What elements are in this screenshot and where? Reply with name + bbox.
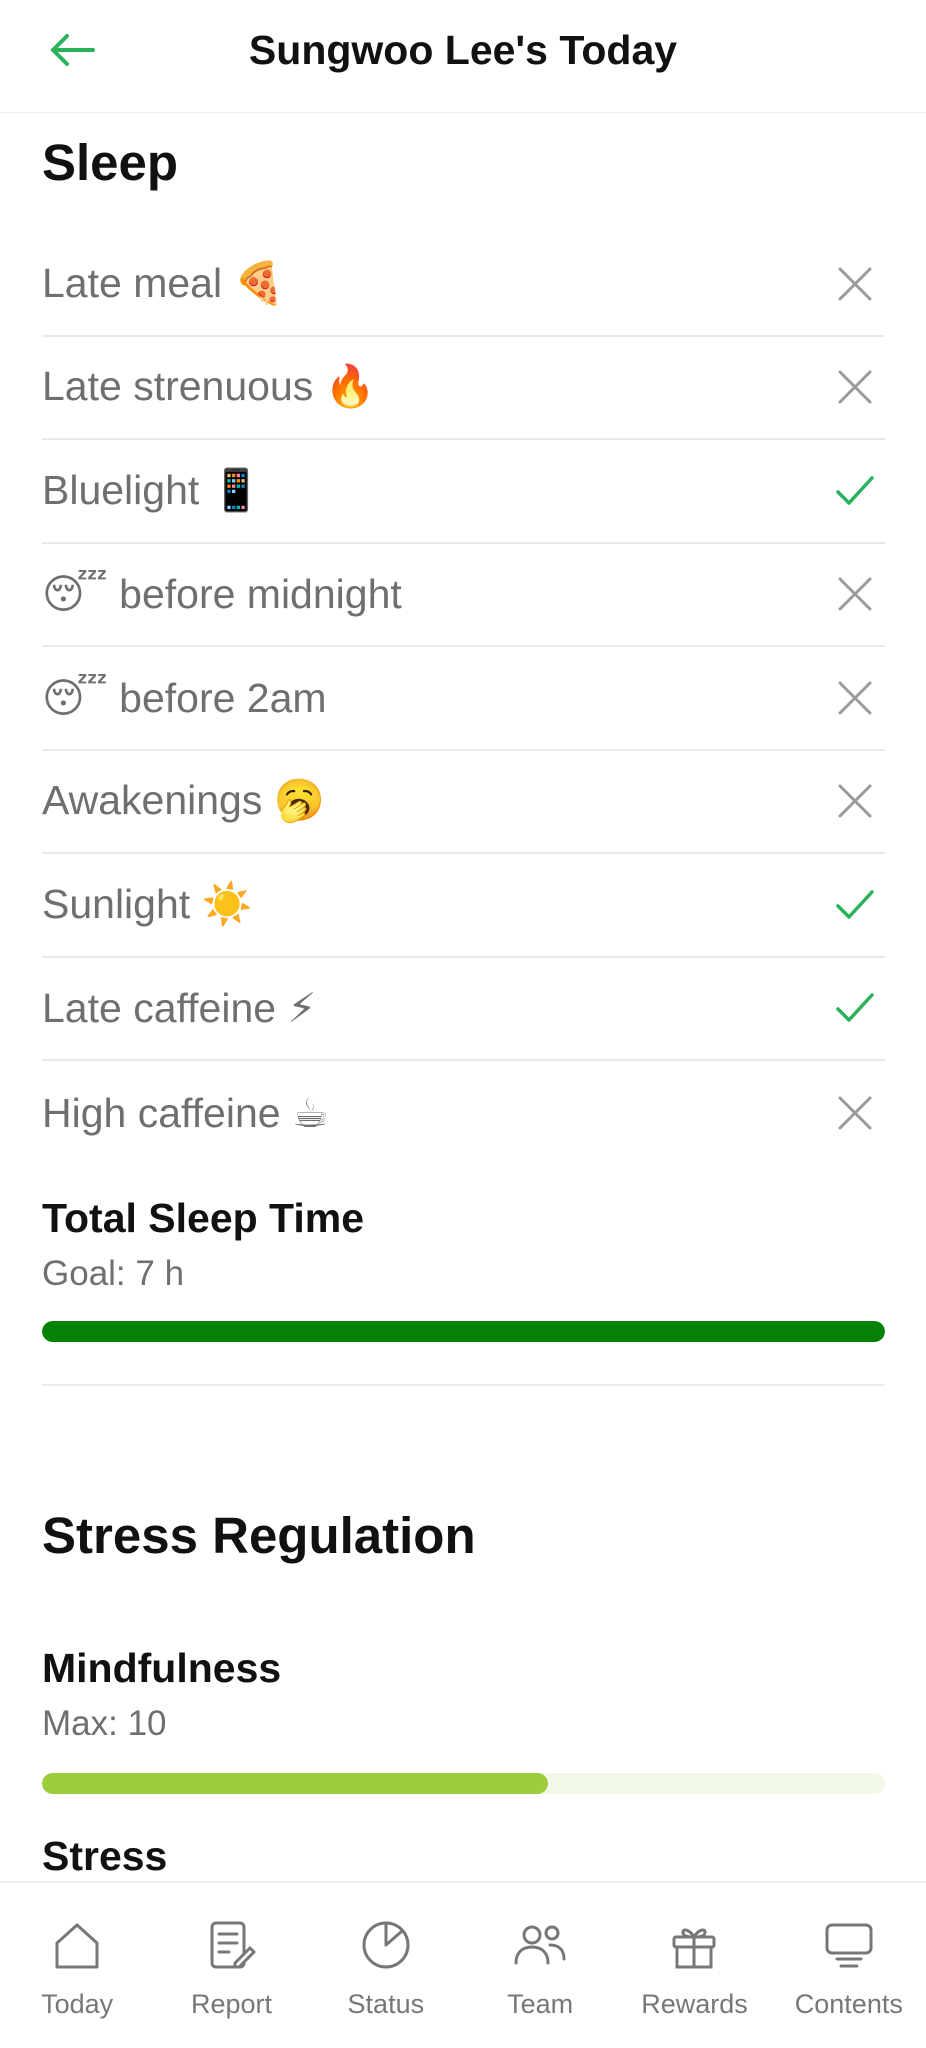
tab-contents[interactable]: Contents (772, 1883, 926, 2048)
tab-label: Team (507, 1989, 574, 2019)
close-icon (825, 254, 885, 314)
tab-status[interactable]: Status (309, 1883, 463, 2048)
contents-icon (817, 1913, 881, 1977)
total-sleep-progress-fill (42, 1321, 885, 1342)
total-sleep-time-block: Total Sleep Time Goal: 7 h (42, 1195, 885, 1294)
gift-icon (662, 1913, 726, 1977)
habit-label: Bluelight 📱 (42, 466, 262, 513)
habit-label: Late caffeine ⚡ (42, 985, 317, 1032)
page-title: Sungwoo Lee's Today (248, 27, 678, 73)
habit-label: Late meal 🍕 (42, 259, 285, 306)
tab-label: Today (41, 1989, 114, 2019)
close-icon (825, 668, 885, 728)
habit-row[interactable]: 😴 before 2am (42, 647, 885, 751)
section-divider (42, 1384, 885, 1386)
sleep-section-title: Sleep (42, 134, 179, 191)
tab-label: Contents (794, 1989, 903, 2019)
home-icon (45, 1913, 109, 1977)
habit-row[interactable]: 😴 before midnight (42, 544, 885, 647)
mindfulness-progress-bar (42, 1773, 885, 1794)
mindfulness-block: Mindfulness Max: 10 (42, 1645, 281, 1744)
tab-label: Status (347, 1989, 425, 2019)
top-app-bar: Sungwoo Lee's Today (0, 0, 926, 113)
mindfulness-title: Mindfulness (42, 1645, 282, 1691)
close-icon (825, 564, 885, 624)
habit-row[interactable]: Late strenuous 🔥 (42, 337, 885, 440)
tab-rewards[interactable]: Rewards (617, 1883, 771, 2048)
stress-section-title: Stress Regulation (42, 1507, 476, 1564)
close-icon (825, 357, 885, 417)
bottom-tab-bar: Today Report Status Team Rewards Contents (0, 1881, 926, 2048)
tab-label: Report (190, 1989, 273, 2019)
habit-label: Sunlight ☀️ (42, 880, 253, 927)
tab-today[interactable]: Today (0, 1883, 154, 2048)
tab-report[interactable]: Report (154, 1883, 308, 2048)
habit-label: Awakenings 🥱 (42, 777, 325, 824)
tab-label: Rewards (641, 1989, 748, 2019)
habit-label: High caffeine ☕ (42, 1089, 329, 1136)
total-sleep-time-title: Total Sleep Time (42, 1195, 365, 1241)
habit-row[interactable]: Sunlight ☀️ (42, 854, 885, 958)
sleep-habit-list: Late meal 🍕 Late strenuous 🔥 Bluelight 📱 😴 … (42, 233, 885, 1165)
pie-chart-icon (354, 1913, 418, 1977)
habit-row[interactable]: Late caffeine ⚡ (42, 958, 885, 1061)
report-icon (199, 1913, 263, 1977)
mindfulness-max: Max: 10 (42, 1704, 167, 1743)
habit-row[interactable]: Awakenings 🥱 (42, 751, 885, 854)
check-icon (825, 461, 885, 521)
habit-label: 😴 before 2am (42, 674, 327, 721)
habit-row[interactable]: High caffeine ☕ (42, 1061, 885, 1165)
habit-label: Late strenuous 🔥 (42, 363, 376, 410)
stress-metric-title: Stress (42, 1833, 168, 1879)
total-sleep-progress-bar (42, 1321, 885, 1342)
habit-row[interactable]: Bluelight 📱 (42, 440, 885, 544)
close-icon (825, 771, 885, 831)
team-icon (508, 1913, 572, 1977)
check-icon (825, 875, 885, 935)
habit-label: 😴 before midnight (42, 571, 402, 618)
close-icon (825, 1083, 885, 1143)
habit-row[interactable]: Late meal 🍕 (42, 233, 885, 337)
tab-team[interactable]: Team (463, 1883, 617, 2048)
mindfulness-progress-fill (42, 1773, 548, 1794)
total-sleep-goal: Goal: 7 h (42, 1254, 185, 1293)
check-icon (825, 978, 885, 1038)
